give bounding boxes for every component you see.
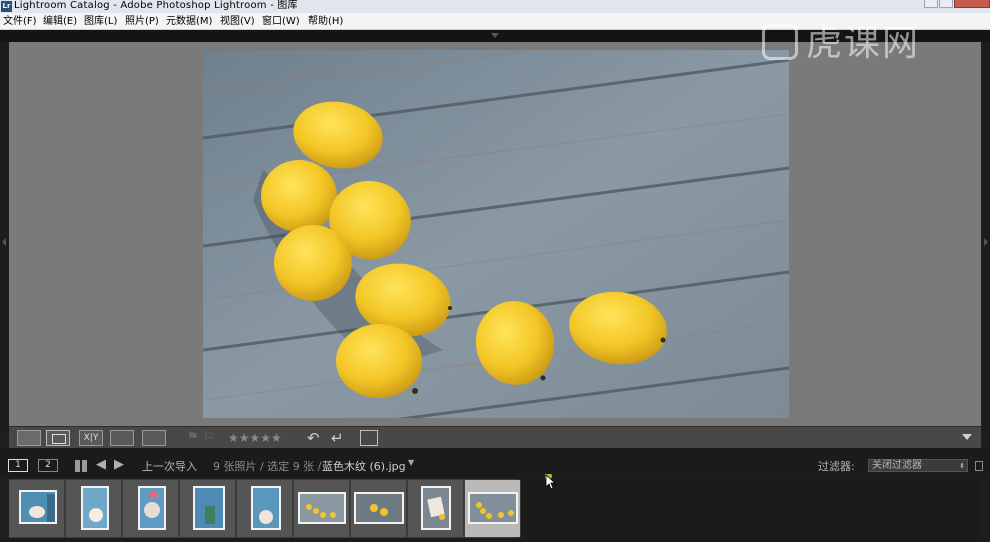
minimize-button[interactable] [924,0,938,8]
thumbnail-image [251,486,281,530]
collapse-top-panel-icon[interactable] [491,33,499,38]
menu-edit[interactable]: 编辑(E) [43,13,77,30]
grid-icon[interactable] [75,460,87,472]
survey-view-button[interactable] [110,430,134,446]
spinner-icon: ⬍ [959,462,965,470]
menu-help[interactable]: 帮助(H) [308,13,343,30]
filmstrip-thumb[interactable] [294,480,350,537]
filmstrip-header: 1 2 ◀ ▶ 上一次导入 9 张照片 / 选定 9 张 / 蓝色木纹 (6).… [0,448,990,478]
lightroom-app-icon: Lr [1,1,12,12]
loupe-view-button[interactable] [46,430,70,446]
back-arrow-icon[interactable]: ◀ [96,457,106,472]
filmstrip-thumb[interactable] [123,480,179,537]
expand-right-panel-icon[interactable] [984,238,988,246]
forward-arrow-icon[interactable]: ▶ [114,457,124,472]
thumbnail-image [421,486,451,530]
reject-flag-icon[interactable]: ⚐ [203,430,215,446]
left-panel-toggle[interactable] [0,42,9,427]
filmstrip-thumb[interactable] [237,480,293,537]
filter-value: 关闭过滤器 [872,460,922,471]
rotate-left-icon[interactable]: ↶ [307,430,323,446]
tiger-logo-icon [762,24,798,60]
filename-dropdown-icon[interactable]: ▼ [408,458,414,467]
filmstrip-thumb-selected[interactable] [465,480,521,537]
expand-left-panel-icon[interactable] [2,238,6,246]
menu-window[interactable]: 窗口(W) [262,13,300,30]
filmstrip-thumb[interactable] [9,480,65,537]
menu-view[interactable]: 视图(V) [220,13,255,30]
star-rating[interactable]: ★★★★★ [228,430,296,446]
filmstrip-thumb[interactable] [180,480,236,537]
lemons-on-wood-photo [203,50,789,418]
grid-view-button[interactable] [17,430,41,446]
bottom-panel-edge [0,538,990,542]
main-photo[interactable] [203,50,789,418]
filter-select[interactable]: 关闭过滤器 ⬍ [868,459,968,472]
photo-count: 9 张照片 / 选定 9 张 / [213,460,322,473]
rotate-right-icon[interactable]: ↵ [331,430,347,446]
menu-library[interactable]: 图库(L) [84,13,117,30]
thumbnail-image [138,486,166,530]
watermark-text: 虎课网 [806,23,921,64]
filter-lock-icon[interactable] [975,461,983,471]
menu-file[interactable]: 文件(F) [3,13,37,30]
menu-photo[interactable]: 照片(P) [125,13,159,30]
current-filename[interactable]: 蓝色木纹 (6).jpg [322,458,406,474]
filmstrip-thumb[interactable] [351,480,407,537]
thumbnail-image [354,492,404,524]
watermark: 虎课网 [762,20,972,68]
thumbnail-image [81,486,109,530]
filmstrip-source[interactable]: 上一次导入 [142,458,197,474]
thumbnail-image [19,490,57,524]
filmstrip [9,479,981,538]
crop-overlay-icon[interactable] [360,430,378,446]
thumbnail-image [468,492,518,524]
thumbnail-image [298,492,346,524]
loupe-view [9,42,981,426]
secondary-window-button[interactable]: 2 [38,459,58,472]
maximize-button[interactable] [939,0,953,8]
filter-label: 过滤器: [818,460,855,473]
menu-metadata[interactable]: 元数据(M) [166,13,212,30]
filmstrip-thumb[interactable] [66,480,122,537]
compare-view-button[interactable]: X|Y [79,430,103,446]
window-title: Lightroom Catalog - Adobe Photoshop Ligh… [14,0,298,11]
thumbnail-image [193,486,225,530]
mouse-cursor-icon [545,474,557,490]
toolbar-content-menu-icon[interactable] [962,434,972,440]
pick-flag-icon[interactable]: ⚑ [187,430,199,446]
close-button[interactable] [954,0,990,8]
people-view-button[interactable] [142,430,166,446]
filmstrip-track [9,479,521,538]
title-bar: Lr Lightroom Catalog - Adobe Photoshop L… [0,0,990,13]
filmstrip-thumb[interactable] [408,480,464,537]
right-panel-toggle[interactable] [981,42,990,427]
toolbar: X|Y ⚑ ⚐ ★★★★★ ↶ ↵ [9,426,981,448]
primary-window-button[interactable]: 1 [8,459,28,472]
